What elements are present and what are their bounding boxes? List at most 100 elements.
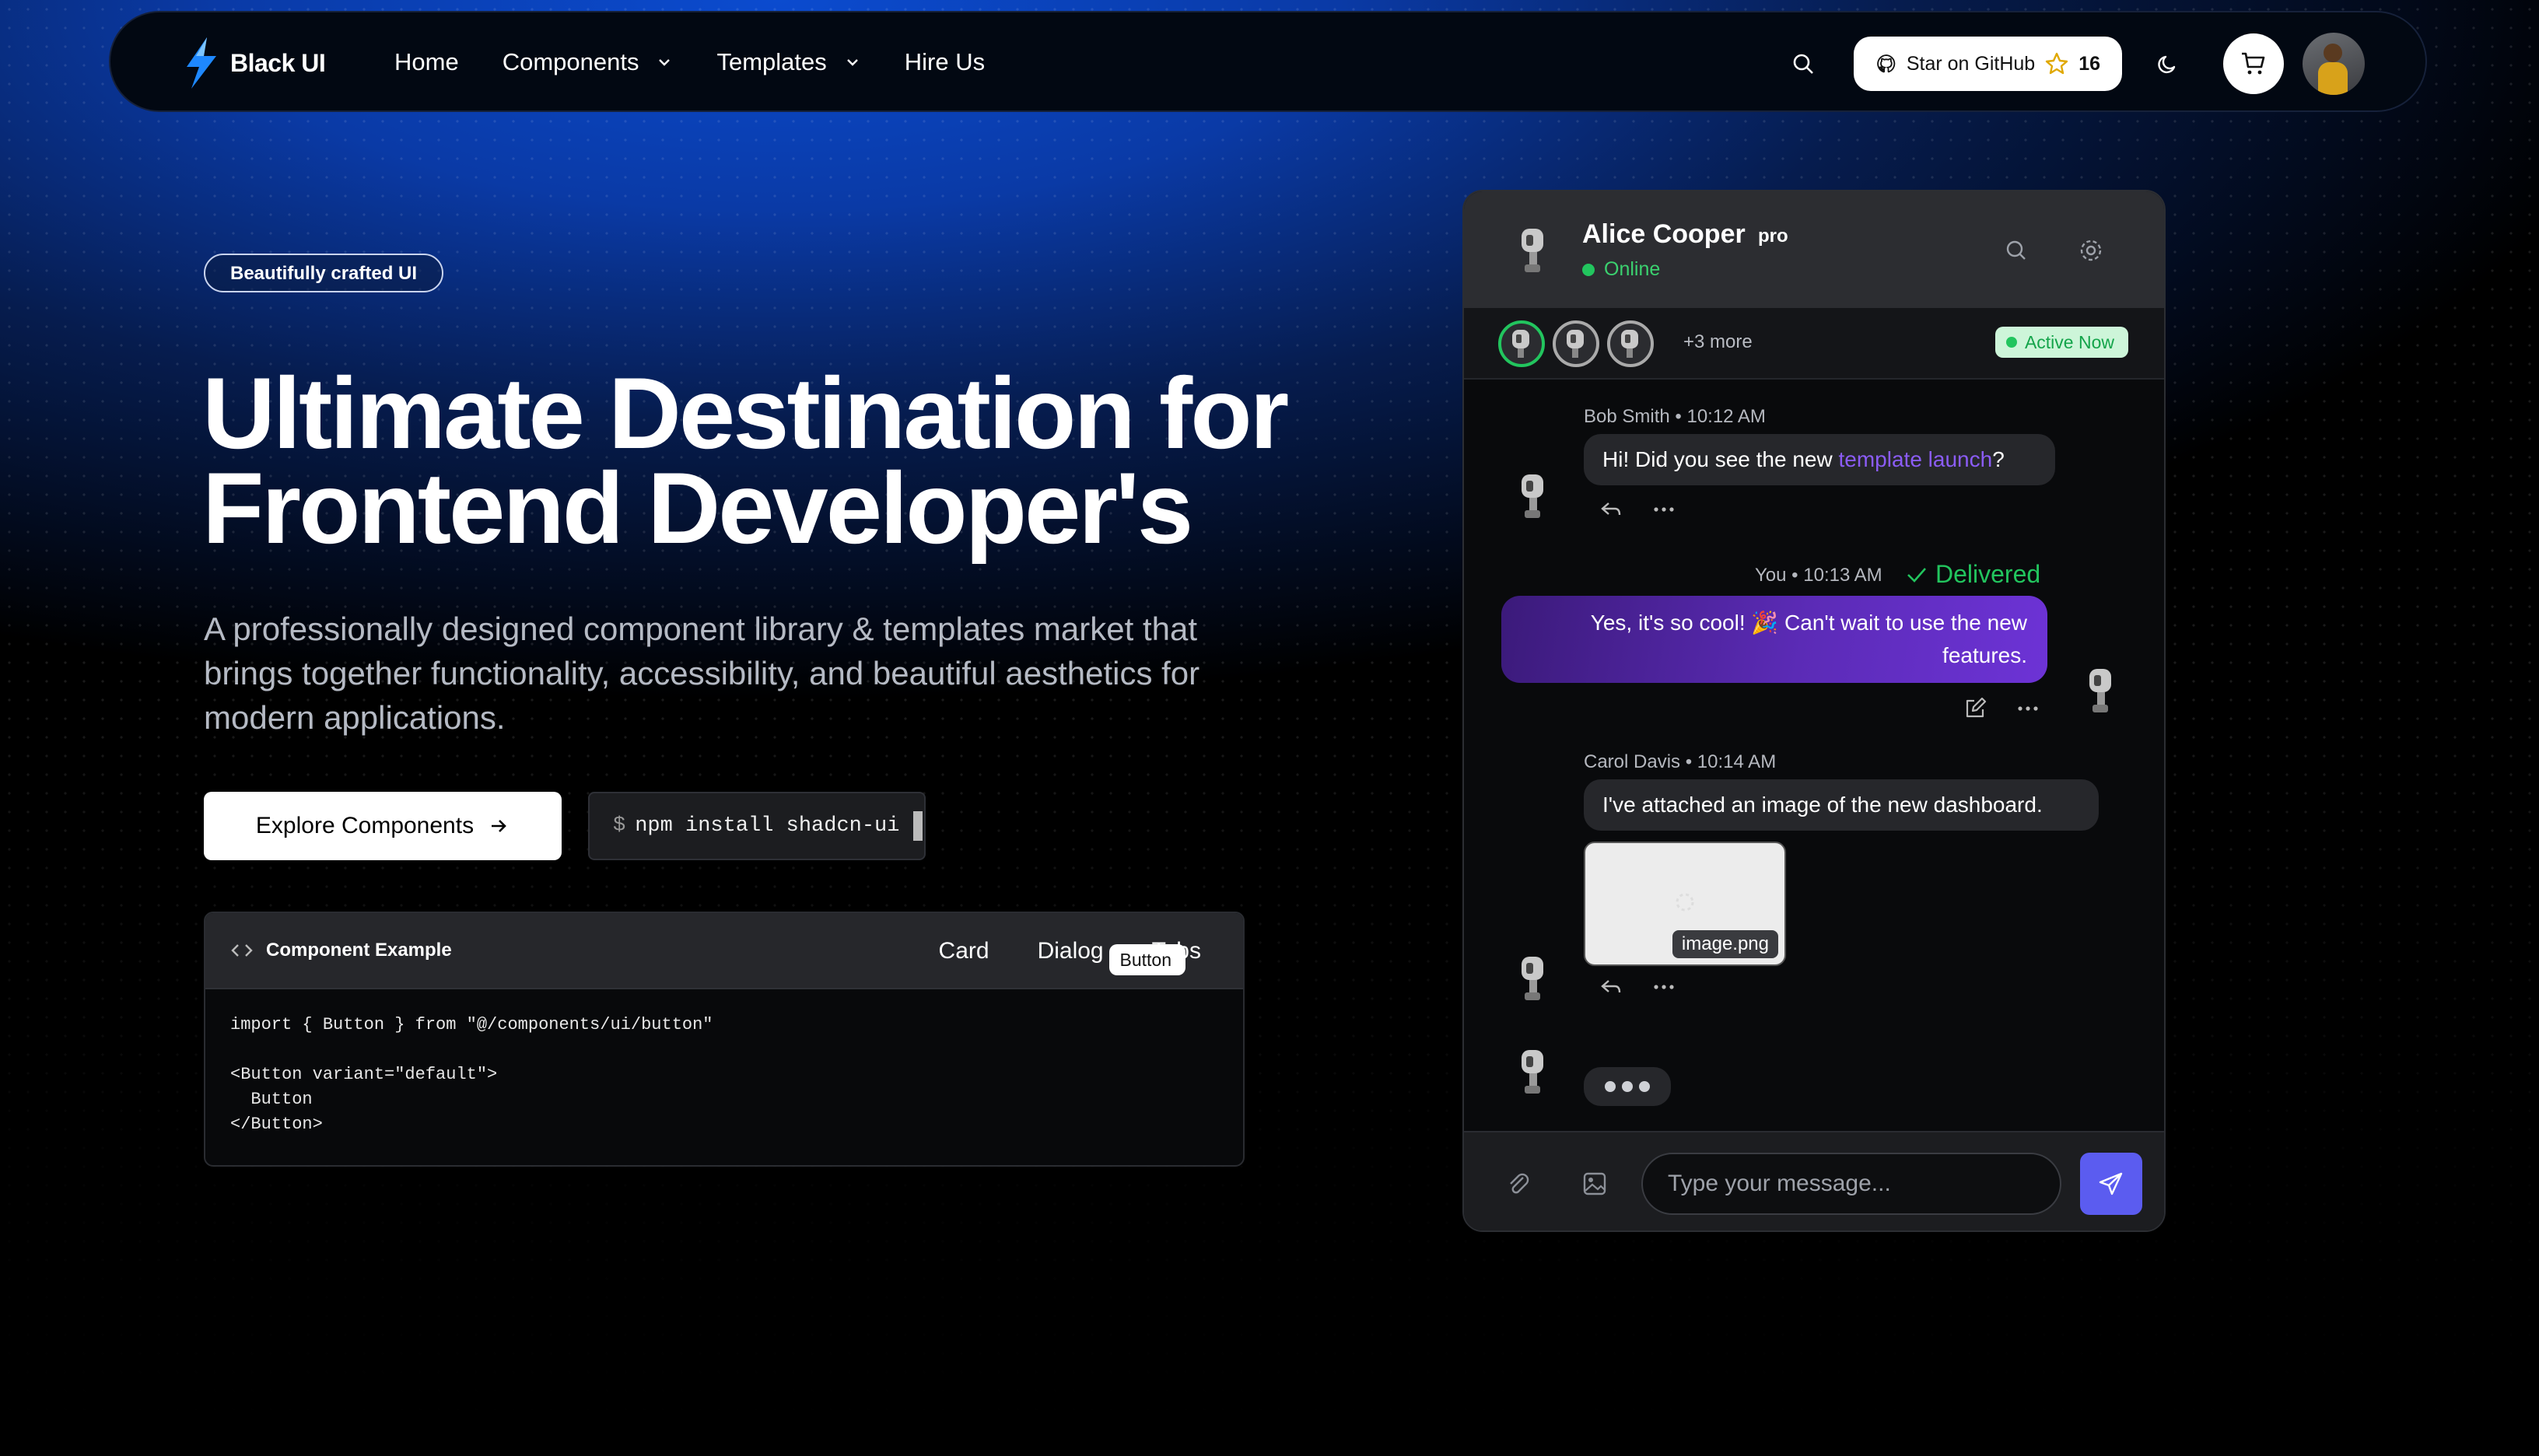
sender-avatar-icon xyxy=(1522,474,1543,518)
more-members[interactable]: +3 more xyxy=(1683,331,1753,353)
nav-link-home[interactable]: Home xyxy=(394,48,459,76)
nav-link-templates[interactable]: Templates xyxy=(716,48,860,76)
chat-header: Alice Cooper pro Online xyxy=(1464,191,2164,308)
tab-card[interactable]: Card xyxy=(919,926,1010,977)
member-avatar[interactable] xyxy=(1498,320,1545,367)
member-avatar[interactable] xyxy=(1553,320,1599,367)
contact-pro-badge: pro xyxy=(1758,226,1788,247)
robot-avatar-icon xyxy=(1512,330,1529,358)
loading-spinner-icon xyxy=(1676,893,1694,912)
moon-icon xyxy=(2158,55,2176,74)
online-status-text: Online xyxy=(1604,258,1661,280)
typing-avatar-icon xyxy=(1522,1050,1543,1094)
sender-avatar-icon xyxy=(1522,957,1543,1000)
message-bubble: Hi! Did you see the new template launch? xyxy=(1584,434,2055,485)
message-actions xyxy=(1599,977,1676,997)
active-now-badge: Active Now xyxy=(1994,327,2128,358)
search-icon[interactable] xyxy=(2001,235,2032,266)
message-text: Hi! Did you see the new xyxy=(1602,447,1839,471)
edit-icon[interactable] xyxy=(1963,697,1987,720)
active-dot xyxy=(2005,337,2017,348)
message-meta: Carol Davis • 10:14 AM xyxy=(1584,751,1777,772)
message-time: 10:12 AM xyxy=(1686,406,1766,427)
component-example-header: Component Example Button Card Dialog Tab… xyxy=(205,913,1243,989)
message-actions xyxy=(1963,697,2040,720)
own-avatar-icon xyxy=(2089,669,2111,712)
message-composer xyxy=(1464,1131,2164,1230)
npm-install-command[interactable]: $ npm install shadcn-ui xyxy=(588,792,926,860)
robot-avatar-icon xyxy=(1567,330,1584,358)
tab-dialog[interactable]: Dialog xyxy=(1017,926,1124,977)
image-attachment[interactable]: image.png xyxy=(1584,842,1786,966)
message-meta: You • 10:13 AM xyxy=(1755,565,1882,586)
bolt-logo-icon xyxy=(187,37,216,89)
delivered-status: Delivered xyxy=(1906,560,2040,589)
more-horizontal-icon[interactable] xyxy=(1652,506,1676,513)
chevron-down-icon xyxy=(846,59,858,66)
reply-icon[interactable] xyxy=(1599,499,1623,520)
contact-avatar-icon xyxy=(1522,229,1543,272)
cart-button[interactable] xyxy=(2223,33,2284,94)
sent-message-bubble: Yes, it's so cool! 🎉 Can't wait to use t… xyxy=(1501,596,2047,683)
active-now-text: Active Now xyxy=(2024,332,2114,352)
nav-link-label: Templates xyxy=(716,48,827,75)
more-horizontal-icon[interactable] xyxy=(2016,705,2040,712)
send-icon xyxy=(2099,1172,2123,1195)
code-brackets-icon xyxy=(231,944,253,957)
chat-members-bar: +3 more Active Now xyxy=(1464,308,2164,380)
cart-icon xyxy=(2242,52,2265,75)
chevron-down-icon xyxy=(659,59,671,66)
github-star-count: 16 xyxy=(2078,52,2100,75)
github-icon xyxy=(1877,54,1896,73)
message-link[interactable]: template launch xyxy=(1839,447,1993,471)
message-author: Bob Smith xyxy=(1584,406,1670,427)
top-navbar: Black UI Home Components Templates Hire … xyxy=(109,11,2427,112)
shell-prompt: $ xyxy=(613,814,626,838)
message-time: 10:13 AM xyxy=(1803,565,1882,586)
search-button[interactable] xyxy=(1776,37,1830,91)
user-avatar[interactable] xyxy=(2303,33,2365,95)
message-text: ? xyxy=(1992,447,2005,471)
brand-logo[interactable]: Black UI xyxy=(180,36,326,90)
component-example-title: Component Example xyxy=(230,940,452,961)
npm-command-text: npm install shadcn-ui xyxy=(635,814,900,838)
online-status: Online xyxy=(1582,258,1660,281)
contact-name: Alice Cooper xyxy=(1582,219,1746,249)
component-example-title-text: Component Example xyxy=(266,940,452,961)
nav-link-components[interactable]: Components xyxy=(503,48,674,76)
nav-link-hire-us[interactable]: Hire Us xyxy=(905,48,985,76)
nav-link-label: Hire Us xyxy=(904,48,986,75)
message-bubble: I've attached an image of the new dashbo… xyxy=(1584,779,2099,831)
message-author: Carol Davis xyxy=(1584,751,1681,772)
explore-components-button[interactable]: Explore Components xyxy=(204,792,562,860)
check-icon xyxy=(1907,567,1926,583)
component-tabs: Button Card Dialog Tabs xyxy=(911,926,1221,977)
image-icon[interactable] xyxy=(1581,1170,1609,1198)
member-avatar[interactable] xyxy=(1607,320,1654,367)
theme-toggle-button[interactable] xyxy=(2141,37,2195,91)
hero-title-line2: Frontend Developer's xyxy=(202,451,1193,565)
hero-subtitle: A professionally designed component libr… xyxy=(204,611,1200,736)
github-star-button[interactable]: Star on GitHub 16 xyxy=(1853,37,2122,91)
reply-icon[interactable] xyxy=(1599,977,1623,997)
message-time: 10:14 AM xyxy=(1697,751,1777,772)
online-dot xyxy=(1582,263,1595,276)
explore-components-label: Explore Components xyxy=(255,813,475,838)
more-horizontal-icon[interactable] xyxy=(1652,983,1676,991)
code-snippet: import { Button } from "@/components/ui/… xyxy=(230,1015,713,1134)
star-icon xyxy=(2045,52,2068,75)
paperclip-icon[interactable] xyxy=(1504,1170,1532,1198)
component-example-card: Component Example Button Card Dialog Tab… xyxy=(204,912,1245,1167)
message-input[interactable] xyxy=(1641,1153,2061,1215)
attachment-filename: image.png xyxy=(1672,930,1778,958)
tab-button[interactable]: Button xyxy=(1108,944,1185,975)
nav-links: Home Components Templates Hire Us xyxy=(394,48,1028,76)
hero-badge: Beautifully crafted UI xyxy=(204,254,444,292)
message-meta: Bob Smith • 10:12 AM xyxy=(1584,406,1766,427)
hero-title: Ultimate Destination for Frontend Develo… xyxy=(202,362,1291,558)
send-button[interactable] xyxy=(2080,1153,2142,1215)
robot-avatar-icon xyxy=(1621,330,1638,358)
message-author: You xyxy=(1755,565,1787,586)
nav-actions: Star on GitHub 16 xyxy=(1776,33,2365,95)
gear-icon[interactable] xyxy=(2075,235,2106,266)
